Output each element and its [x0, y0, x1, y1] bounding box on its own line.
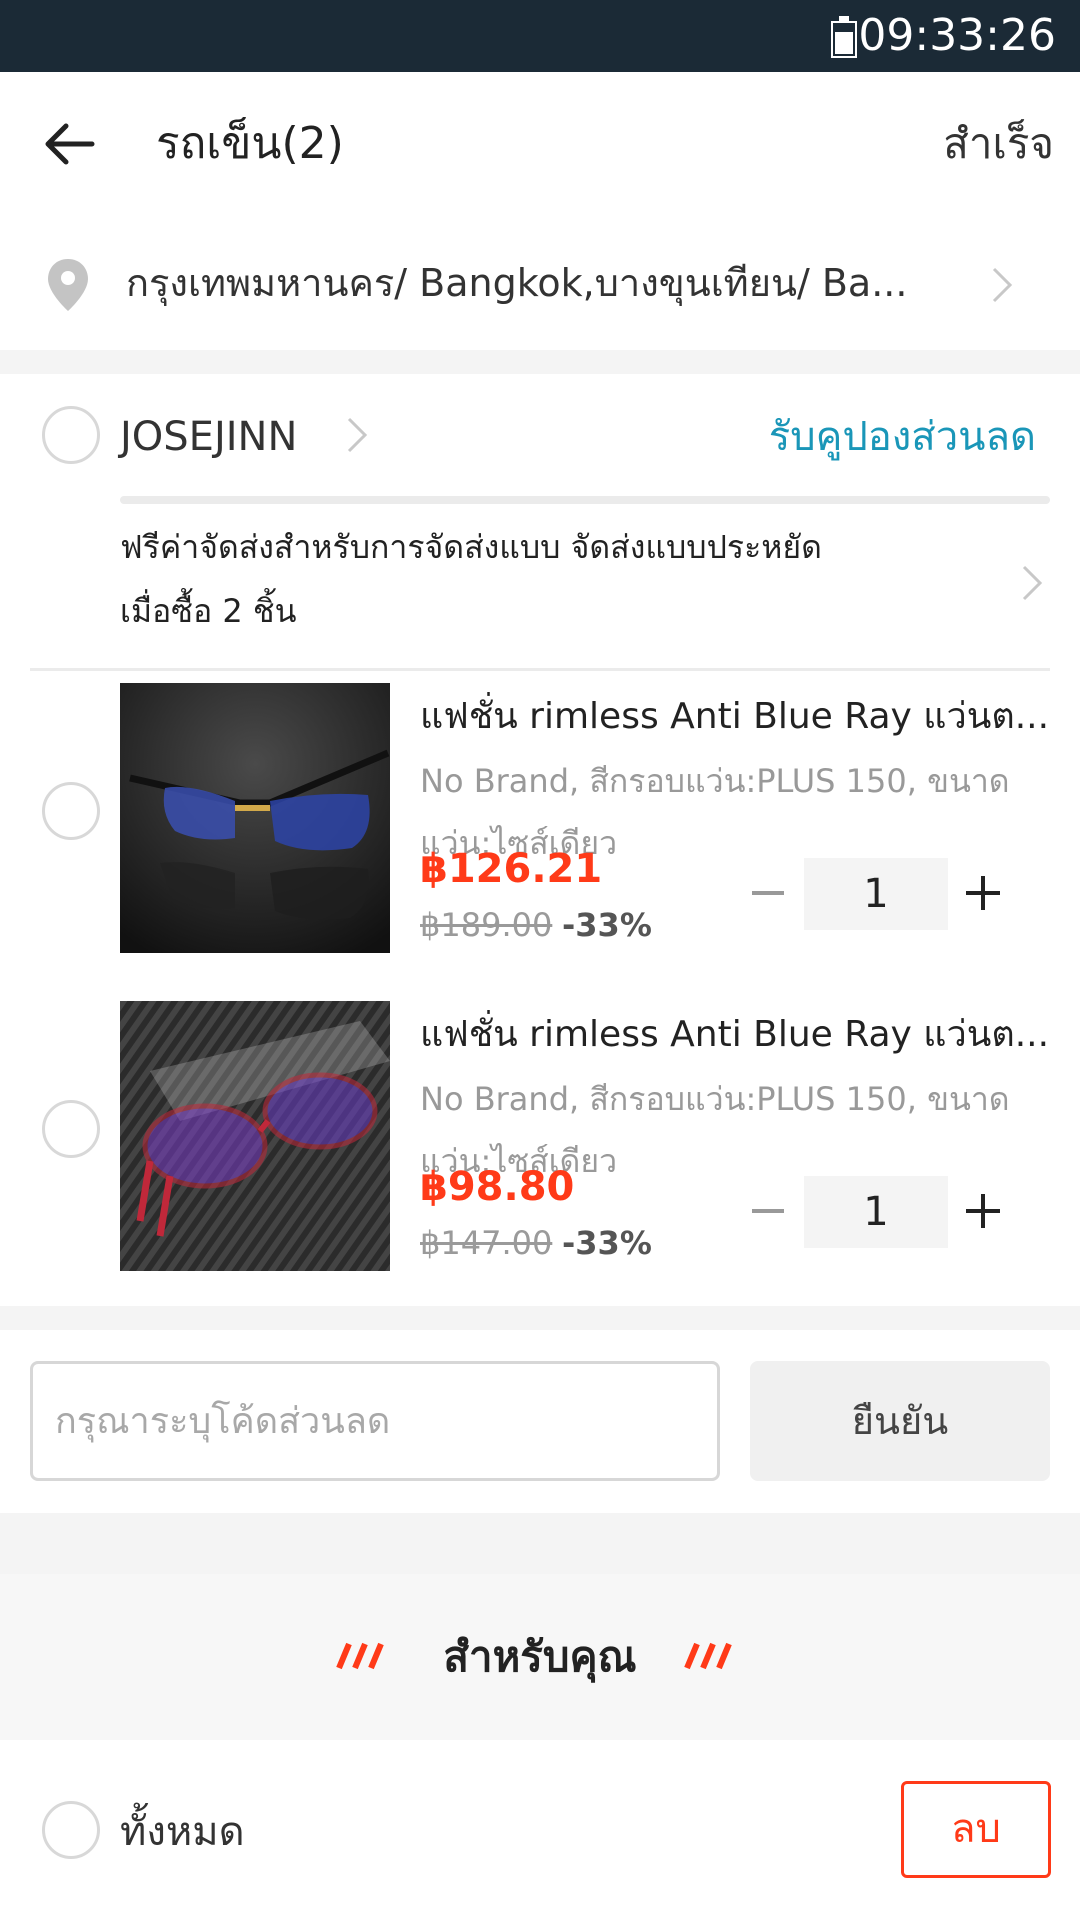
decorative-slashes-icon: [684, 1642, 732, 1670]
done-button[interactable]: สำเร็จ: [943, 112, 1054, 176]
voucher-code-input[interactable]: [30, 1361, 720, 1481]
store-select-radio[interactable]: [42, 406, 100, 464]
plus-icon[interactable]: [958, 1186, 1008, 1236]
free-shipping-line1: ฟรีค่าจัดส่งสำหรับการจัดส่งแบบ จัดส่งแบบ…: [120, 528, 822, 566]
store-chevron-icon[interactable]: [345, 415, 369, 455]
free-shipping-line2: เมื่อซื้อ 2 ชิ้น: [120, 592, 297, 630]
minus-icon[interactable]: [746, 1189, 790, 1233]
select-all-radio[interactable]: [42, 1801, 100, 1859]
section-gap: [0, 1306, 1080, 1330]
free-shipping-promo[interactable]: ฟรีค่าจัดส่งสำหรับการจัดส่งแบบ จัดส่งแบบ…: [120, 515, 940, 643]
status-time: 09:33:26: [858, 10, 1056, 61]
item-select-radio[interactable]: [42, 1100, 100, 1158]
minus-icon[interactable]: [746, 871, 790, 915]
status-bar: 09:33:26: [0, 0, 1080, 72]
for-you-title: สำหรับคุณ: [443, 1632, 637, 1681]
for-you-section: สำหรับคุณ: [0, 1574, 1080, 1740]
back-arrow-icon[interactable]: [42, 116, 98, 172]
original-price: ฿189.00: [420, 906, 553, 944]
product-title[interactable]: แฟชั่น rimless Anti Blue Ray แว่นต...: [420, 692, 1050, 742]
get-coupon-link[interactable]: รับคูปองส่วนลด: [769, 410, 1036, 464]
page-title: รถเข็น(2): [156, 118, 344, 169]
product-price: ฿126.21: [420, 846, 603, 892]
select-all-label[interactable]: ทั้งหมด: [120, 1803, 245, 1861]
plus-icon[interactable]: [958, 868, 1008, 918]
battery-icon: [831, 16, 857, 58]
section-gap: [0, 350, 1080, 374]
section-gap: [0, 1513, 1080, 1574]
discount-badge: -33%: [562, 1224, 652, 1262]
quantity-value[interactable]: 1: [804, 1176, 948, 1248]
product-image[interactable]: [120, 1001, 390, 1271]
item-select-radio[interactable]: [42, 782, 100, 840]
quantity-value[interactable]: 1: [804, 858, 948, 930]
original-price: ฿147.00: [420, 1224, 553, 1262]
delete-button[interactable]: ลบ: [901, 1781, 1051, 1878]
store-name[interactable]: JOSEJINN: [120, 410, 297, 464]
promo-chevron-icon[interactable]: [1020, 563, 1044, 603]
location-pin-icon: [48, 259, 88, 311]
chevron-right-icon: [992, 267, 1013, 303]
app-header: รถเข็น(2) สำเร็จ: [0, 72, 1080, 217]
product-title[interactable]: แฟชั่น rimless Anti Blue Ray แว่นต...: [420, 1010, 1050, 1060]
product-image[interactable]: [120, 683, 390, 953]
store-divider: [120, 496, 1050, 504]
divider: [30, 668, 1050, 671]
apply-voucher-button[interactable]: ยืนยัน: [750, 1361, 1050, 1481]
address-text: กรุงเทพมหานคร/ Bangkok,บางขุนเทียน/ Ba..…: [126, 261, 908, 305]
product-price: ฿98.80: [420, 1164, 575, 1210]
discount-badge: -33%: [562, 906, 652, 944]
shipping-address-row[interactable]: กรุงเทพมหานคร/ Bangkok,บางขุนเทียน/ Ba..…: [0, 217, 1080, 350]
